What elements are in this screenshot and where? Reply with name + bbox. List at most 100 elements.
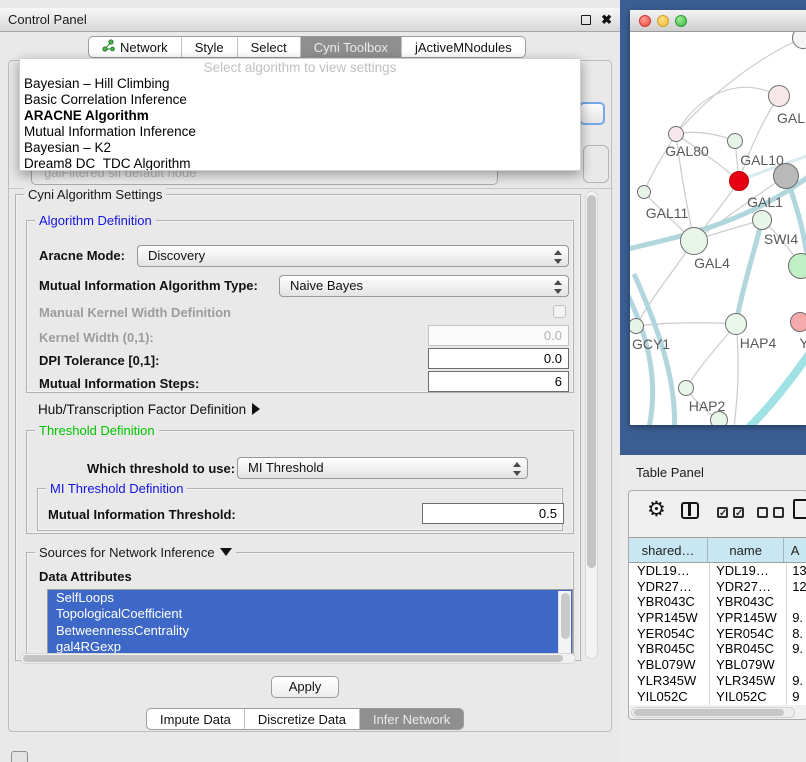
table-hscroll-thumb[interactable] [634, 709, 784, 716]
kernel-width-label: Kernel Width (0,1): [39, 330, 154, 345]
table-cell: YBR045C [629, 641, 708, 657]
select-all-checkbox-icon[interactable]: ✓ [717, 507, 728, 518]
table-row[interactable]: YIL052CYIL052C9 [629, 689, 806, 705]
table-horizontal-scrollbar[interactable] [631, 707, 795, 718]
attribute-item[interactable]: BetweennessCentrality [48, 623, 572, 639]
dropdown-item[interactable]: Dream8 DC_TDC Algorithm [20, 156, 580, 171]
dropdown-item[interactable]: Bayesian – Hill Climbing [20, 76, 580, 92]
sources-title[interactable]: Sources for Network Inference [35, 545, 236, 560]
column-divider [709, 563, 710, 705]
tab-label: Select [251, 40, 287, 55]
tab-label: Infer Network [373, 712, 450, 727]
export-table-icon[interactable] [793, 499, 806, 519]
mi-type-label: Mutual Information Algorithm Type: [39, 278, 258, 293]
network-canvas[interactable]: GALGAL80GAL10GAL1GAL11GAL4SWI4GCY1HAP4YH… [630, 32, 806, 425]
settings-vscroll-thumb[interactable] [587, 195, 596, 568]
network-node[interactable] [790, 312, 806, 332]
network-node[interactable] [768, 85, 790, 107]
combo-arrows-icon [553, 279, 562, 295]
tab-network[interactable]: Network [89, 37, 181, 57]
mi-threshold-group-title: MI Threshold Definition [46, 481, 187, 496]
network-node[interactable] [678, 380, 694, 396]
dropdown-item[interactable]: Mutual Information Inference [20, 124, 580, 140]
data-attributes-label: Data Attributes [39, 569, 132, 584]
combo-arrows-icon [512, 461, 521, 477]
expand-right-icon [252, 403, 260, 415]
network-node[interactable] [725, 313, 747, 335]
apply-button[interactable]: Apply [271, 676, 339, 698]
attribute-item[interactable]: gal4RGexp [48, 639, 572, 654]
manual-kernel-checkbox[interactable] [553, 305, 566, 318]
table-row[interactable]: YBR043CYBR043C [629, 594, 806, 610]
mi-threshold-field[interactable]: 0.5 [422, 503, 564, 524]
attribute-item[interactable]: SelfLoops [48, 590, 572, 606]
select-all-checkbox-icon[interactable]: ✓ [733, 507, 744, 518]
table-row[interactable]: YBR045CYBR045C9. [629, 641, 806, 657]
column-header[interactable]: shared… [629, 538, 708, 562]
hub-definition-toggle[interactable]: Hub/Transcription Factor Definition [38, 402, 260, 417]
close-traffic-light-icon[interactable] [639, 15, 651, 27]
table-row[interactable]: YDL19…YDL19…13 [629, 563, 806, 579]
settings-horizontal-scrollbar[interactable] [20, 653, 576, 664]
attributes-scrollbar[interactable] [558, 591, 571, 654]
attribute-item[interactable]: TopologicalCoefficient [48, 606, 572, 622]
columns-icon[interactable] [681, 502, 699, 519]
tab-style[interactable]: Style [181, 37, 237, 57]
table-row[interactable]: YBL079WYBL079W [629, 657, 806, 673]
network-view-window[interactable]: GALGAL80GAL10GAL1GAL11GAL4SWI4GCY1HAP4YH… [630, 10, 806, 425]
control-panel-titlebar: Control Panel ✖ [0, 8, 620, 32]
column-header[interactable]: name [708, 538, 784, 562]
tab-cyni-toolbox[interactable]: Cyni Toolbox [300, 37, 401, 57]
mi-type-combo[interactable]: Naive Bayes [279, 275, 569, 297]
mi-steps-field[interactable]: 6 [428, 371, 569, 392]
aracne-mode-combo[interactable]: Discovery [137, 245, 569, 267]
tab-jactivemnodules[interactable]: jActiveMNodules [401, 37, 525, 57]
attributes-scrollbar-thumb[interactable] [561, 593, 570, 639]
sources-title-label: Sources for Network Inference [39, 545, 215, 560]
network-node[interactable] [637, 185, 651, 199]
minimize-traffic-light-icon[interactable] [657, 15, 669, 27]
tab-discretize-data[interactable]: Discretize Data [244, 709, 359, 729]
dpi-tolerance-field[interactable]: 0.0 [428, 348, 569, 369]
close-icon[interactable]: ✖ [601, 15, 612, 25]
table-row[interactable]: YER054CYER054C8. [629, 626, 806, 642]
network-node-label: GAL80 [665, 143, 709, 159]
column-header[interactable]: A [784, 538, 806, 562]
tab-select[interactable]: Select [237, 37, 300, 57]
tab-infer-network[interactable]: Infer Network [359, 709, 463, 729]
collapsed-panel-icon[interactable] [11, 751, 28, 762]
settings-vertical-scrollbar[interactable] [585, 191, 598, 659]
which-threshold-combo[interactable]: MI Threshold [237, 457, 528, 479]
data-attributes-list[interactable]: SelfLoopsTopologicalCoefficientBetweenne… [47, 589, 573, 654]
table-row[interactable]: YLR345WYLR345W9. [629, 673, 806, 689]
dropdown-item[interactable]: ARACNE Algorithm [20, 108, 580, 124]
deselect-all-checkbox-icon[interactable] [757, 507, 768, 518]
dropdown-item[interactable]: Bayesian – K2 [20, 140, 580, 156]
hidden-groupbox-fragment [583, 145, 609, 183]
settings-hscroll-thumb[interactable] [23, 655, 563, 662]
table-row[interactable]: YPR145WYPR145W9. [629, 610, 806, 626]
float-window-icon[interactable] [581, 15, 591, 25]
table-row[interactable]: YDR27…YDR27…12 [629, 579, 806, 595]
tab-label: Style [195, 40, 224, 55]
deselect-all-checkbox-icon[interactable] [773, 507, 784, 518]
network-node-label: HAP2 [689, 398, 726, 414]
network-node[interactable] [727, 133, 743, 149]
tab-impute-data[interactable]: Impute Data [147, 709, 244, 729]
mi-type-value: Naive Bayes [290, 278, 363, 293]
network-node-label: GAL4 [694, 255, 730, 271]
algorithm-definition-title: Algorithm Definition [35, 213, 156, 228]
mi-steps-label: Mutual Information Steps: [39, 376, 199, 391]
zoom-traffic-light-icon[interactable] [675, 15, 687, 27]
network-node[interactable] [752, 210, 772, 230]
network-node[interactable] [680, 227, 708, 255]
table-cell: YER054C [629, 626, 708, 642]
sources-group: Sources for Network Inference Data Attri… [26, 552, 574, 661]
table-cell: 9. [784, 673, 806, 689]
network-node[interactable] [668, 126, 684, 142]
dropdown-item[interactable]: Basic Correlation Inference [20, 92, 580, 108]
threshold-definition-title: Threshold Definition [35, 423, 159, 438]
network-node[interactable] [729, 171, 749, 191]
tab-label: Impute Data [160, 712, 231, 727]
gear-icon[interactable]: ⚙ [647, 499, 666, 521]
